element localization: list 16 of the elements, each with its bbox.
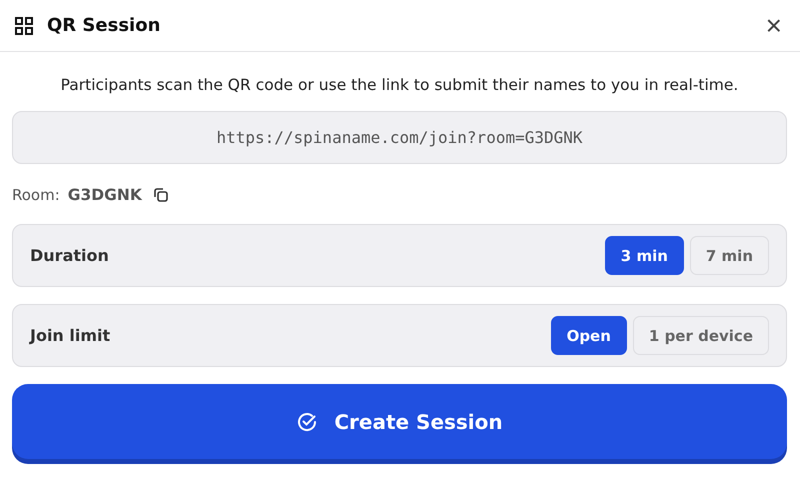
copy-icon[interactable] — [152, 186, 170, 204]
check-circle-icon — [296, 410, 318, 432]
setting-label: Join limit — [30, 326, 112, 345]
link-field[interactable]: https://spinaname.com/join?room=G3DGNK — [12, 111, 787, 164]
option-button[interactable]: 1 per device — [632, 316, 769, 355]
setting-label: Duration — [30, 246, 110, 265]
close-button[interactable]: × — [762, 12, 786, 40]
option-button[interactable]: 7 min — [690, 236, 769, 275]
option-button[interactable]: 3 min — [604, 236, 684, 275]
grid-icon — [14, 16, 34, 36]
create-session-button[interactable]: Create Session — [12, 384, 787, 459]
room-label: Room: — [12, 186, 60, 204]
room-code: G3DGNK — [68, 186, 142, 204]
dialog-title: QR Session — [47, 15, 162, 36]
option-button[interactable]: Open — [550, 316, 627, 355]
description: Participants scan the QR code or use the link to submit their names to you in real-time. — [60, 76, 740, 94]
